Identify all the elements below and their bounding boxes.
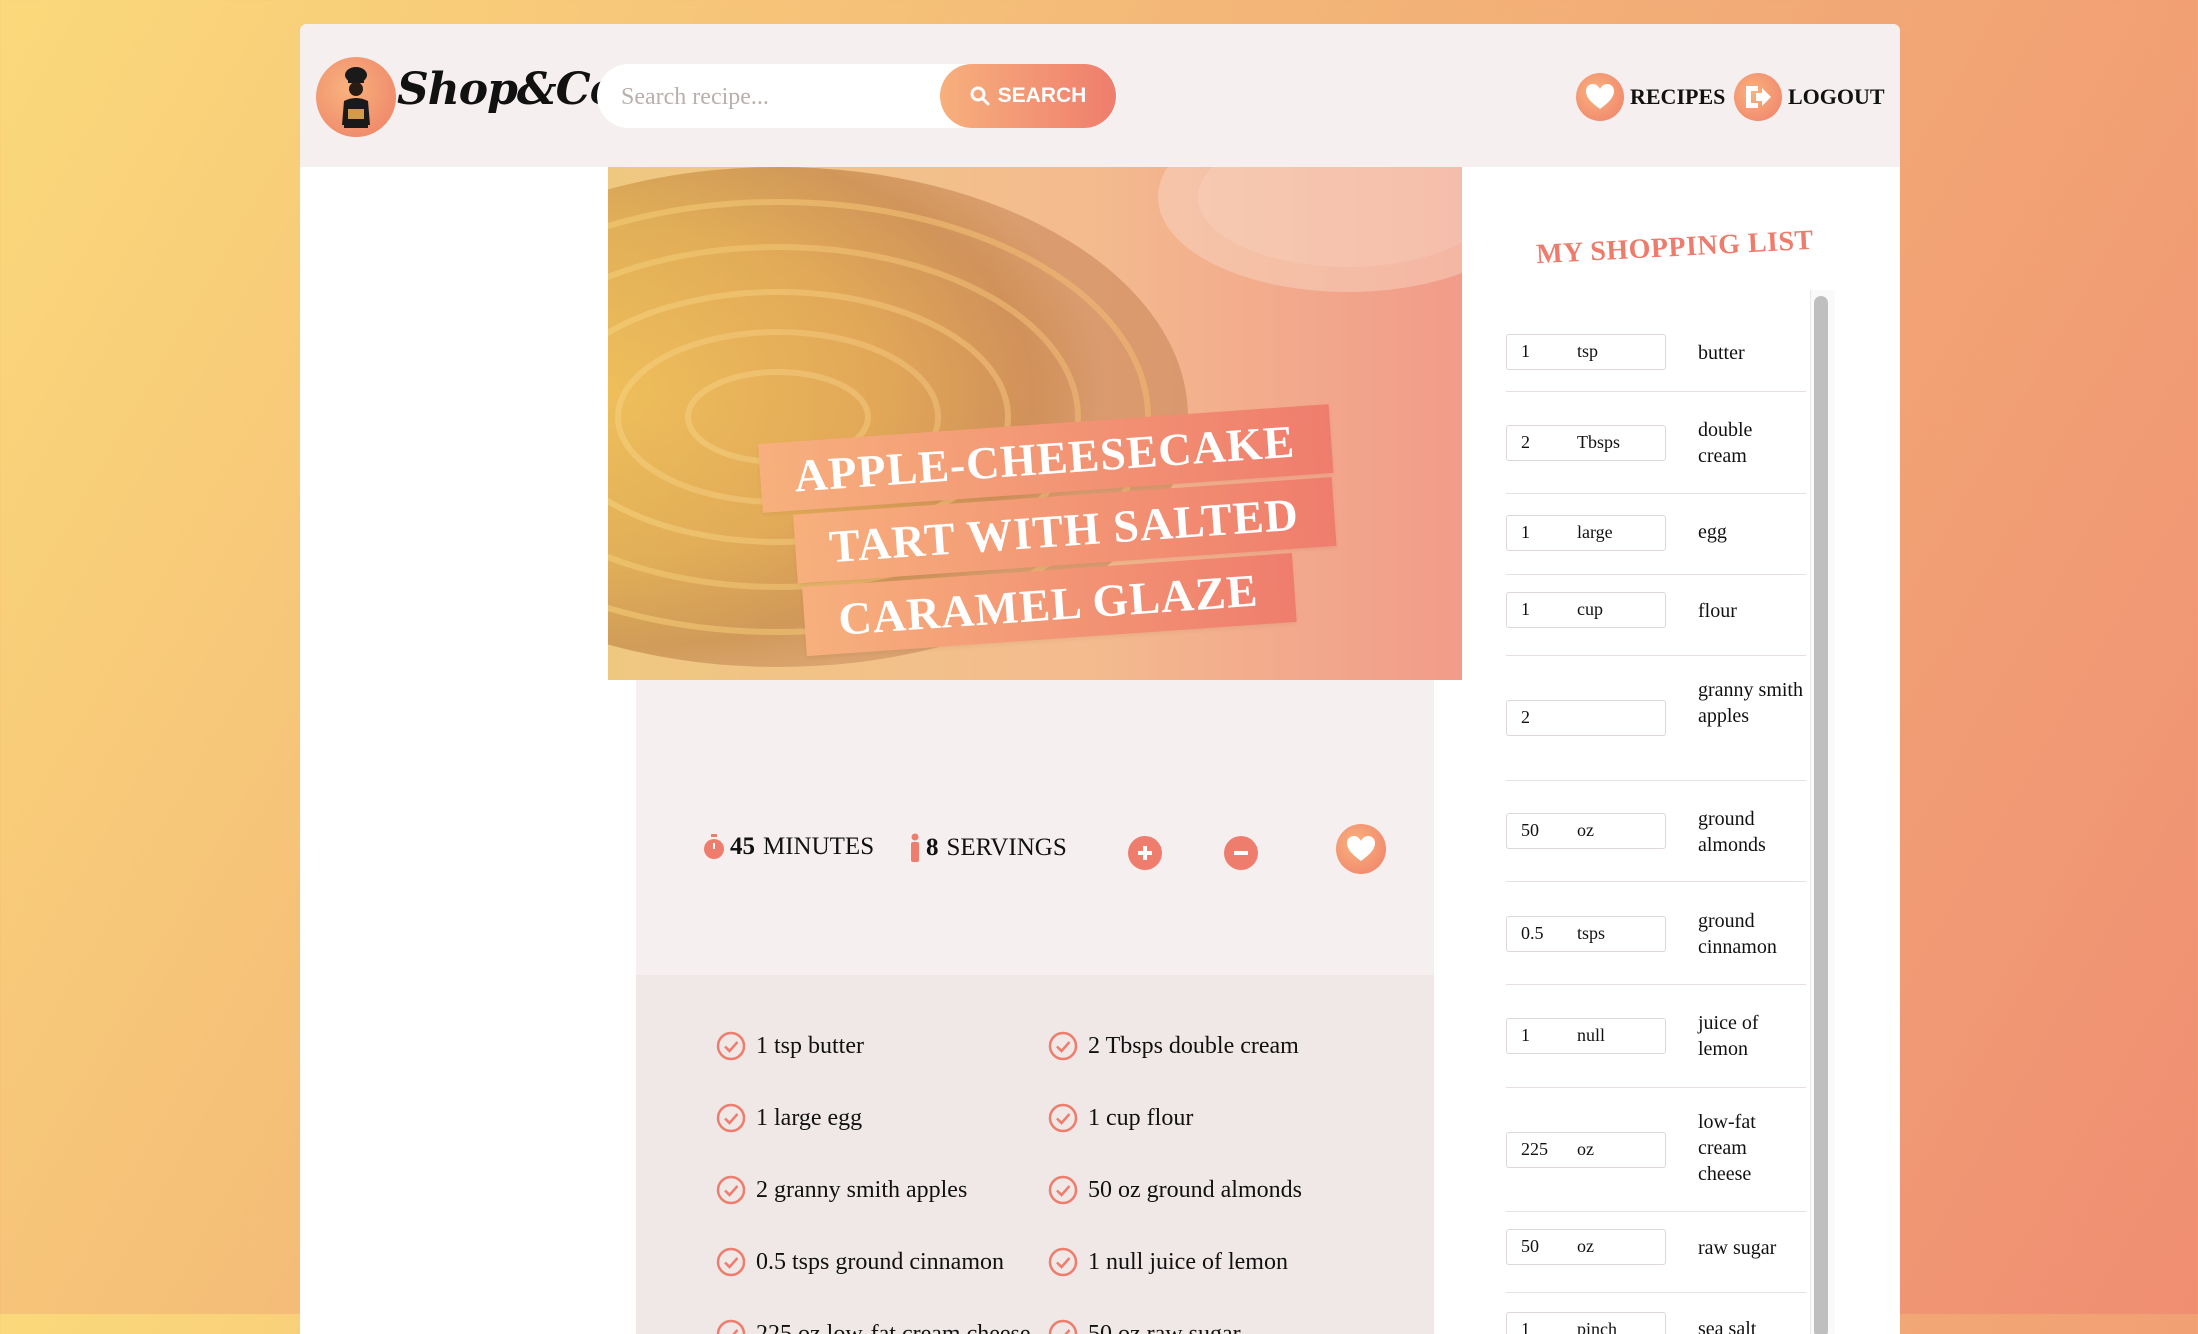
- quantity-input[interactable]: 225 oz: [1506, 1132, 1666, 1168]
- shopping-list-item: 1 pinch sea salt: [1506, 1292, 1806, 1334]
- search-input[interactable]: [619, 74, 923, 120]
- cooking-time: 45 MINUTES: [702, 833, 874, 861]
- servings-label: SERVINGS: [946, 834, 1067, 861]
- increase-servings-button[interactable]: [1128, 836, 1162, 870]
- shopping-list-item: 2 granny smith apples: [1506, 655, 1806, 781]
- item-name: sea salt: [1698, 1318, 1757, 1334]
- check-circle-icon: [1048, 1103, 1078, 1133]
- quantity-input[interactable]: 0.5 tsps: [1506, 916, 1666, 952]
- quantity-input[interactable]: 50 oz: [1506, 1229, 1666, 1265]
- ingredient-item: 50 oz raw sugar: [1048, 1319, 1241, 1334]
- shopping-list-item: 0.5 tsps ground cinnamon: [1506, 881, 1806, 985]
- recipes-label: RECIPES: [1630, 84, 1726, 109]
- ingredient-item: 2 granny smith apples: [716, 1175, 967, 1205]
- quantity-input[interactable]: 2 Tbsps: [1506, 425, 1666, 461]
- item-name: ground cinnamon: [1698, 910, 1777, 958]
- item-name: raw sugar: [1698, 1237, 1777, 1259]
- shopping-list-item: 50 oz ground almonds: [1506, 780, 1806, 882]
- item-name: granny smith apples: [1698, 679, 1803, 727]
- shopping-list-item: 225 oz low-fat cream cheese: [1506, 1087, 1806, 1212]
- ingredient-item: 225 oz low-fat cream cheese: [716, 1319, 1031, 1334]
- search-button-label: SEARCH: [997, 84, 1087, 107]
- minutes-value: 45: [730, 833, 755, 860]
- item-name: butter: [1698, 342, 1745, 364]
- shopping-list: 1 tsp butter 2 Tbsps double cream 1 larg…: [1506, 290, 1806, 1334]
- check-circle-icon: [716, 1247, 746, 1277]
- header: Shop&Cook SEARCH RECIPES LOGO: [300, 24, 1900, 167]
- check-circle-icon: [1048, 1175, 1078, 1205]
- scrollbar-thumb[interactable]: [1814, 296, 1828, 1334]
- heart-icon: [1347, 836, 1375, 861]
- shopping-list-item: 1 large egg: [1506, 493, 1806, 575]
- decrease-servings-button[interactable]: [1224, 836, 1258, 870]
- heart-icon: [1576, 73, 1624, 121]
- ingredients-list: 1 tsp butter 2 Tbsps double cream 1 larg…: [636, 975, 1434, 1334]
- servings-value: 8: [926, 834, 939, 861]
- search-button[interactable]: SEARCH: [940, 64, 1116, 128]
- stopwatch-icon: [704, 834, 724, 859]
- check-circle-icon: [1048, 1247, 1078, 1277]
- shopping-list-item: 1 null juice of lemon: [1506, 984, 1806, 1088]
- ingredient-item: 1 large egg: [716, 1103, 862, 1133]
- check-circle-icon: [716, 1175, 746, 1205]
- item-name: egg: [1698, 521, 1727, 543]
- shopping-list-item: 50 oz raw sugar: [1506, 1211, 1806, 1293]
- recipes-button[interactable]: RECIPES: [1576, 72, 1725, 122]
- item-name: ground almonds: [1698, 808, 1766, 856]
- check-circle-icon: [716, 1031, 746, 1061]
- item-name: juice of lemon: [1698, 1012, 1759, 1060]
- quantity-input[interactable]: 1 pinch: [1506, 1312, 1666, 1334]
- search-icon: [970, 86, 990, 106]
- ingredient-item: 1 null juice of lemon: [1048, 1247, 1288, 1277]
- check-circle-icon: [1048, 1031, 1078, 1061]
- shopping-list-title: MY SHOPPING LIST: [1535, 224, 1815, 271]
- servings: 8 SERVINGS: [908, 833, 1067, 863]
- ingredient-item: 50 oz ground almonds: [1048, 1175, 1302, 1205]
- shopping-list-item: 1 cup flour: [1506, 574, 1806, 656]
- quantity-input[interactable]: 50 oz: [1506, 813, 1666, 849]
- logout-button[interactable]: LOGOUT: [1734, 72, 1885, 122]
- minus-icon: [1234, 851, 1248, 855]
- ingredient-item: 2 Tbsps double cream: [1048, 1031, 1299, 1061]
- check-circle-icon: [716, 1103, 746, 1133]
- logout-icon: [1734, 73, 1782, 121]
- chef-logo-icon[interactable]: [316, 57, 396, 137]
- quantity-input[interactable]: 1 null: [1506, 1018, 1666, 1054]
- quantity-input[interactable]: 1 tsp: [1506, 334, 1666, 370]
- recipe-details: 45 MINUTES 8 SERVINGS: [636, 680, 1434, 975]
- item-name: double cream: [1698, 419, 1753, 467]
- recipe-title: APPLE-CHEESECAKE TART WITH SALTED CARAME…: [758, 401, 1392, 663]
- item-name: low-fat cream cheese: [1698, 1111, 1756, 1185]
- shopping-list-item: 1 tsp butter: [1506, 290, 1806, 392]
- quantity-input[interactable]: 1 large: [1506, 515, 1666, 551]
- quantity-input[interactable]: 1 cup: [1506, 592, 1666, 628]
- app-window: Shop&Cook SEARCH RECIPES LOGO: [300, 24, 1900, 1334]
- check-circle-icon: [716, 1319, 746, 1334]
- ingredient-item: 0.5 tsps ground cinnamon: [716, 1247, 1004, 1277]
- plus-icon: [1138, 846, 1152, 860]
- favorite-button[interactable]: [1336, 824, 1386, 874]
- minutes-label: MINUTES: [763, 833, 875, 860]
- check-circle-icon: [1048, 1319, 1078, 1334]
- logout-label: LOGOUT: [1788, 84, 1885, 109]
- shopping-list-item: 2 Tbsps double cream: [1506, 391, 1806, 494]
- ingredient-item: 1 cup flour: [1048, 1103, 1193, 1133]
- item-name: flour: [1698, 600, 1737, 622]
- ingredient-item: 1 tsp butter: [716, 1031, 864, 1061]
- quantity-input[interactable]: 2: [1506, 700, 1666, 736]
- person-icon: [911, 833, 919, 862]
